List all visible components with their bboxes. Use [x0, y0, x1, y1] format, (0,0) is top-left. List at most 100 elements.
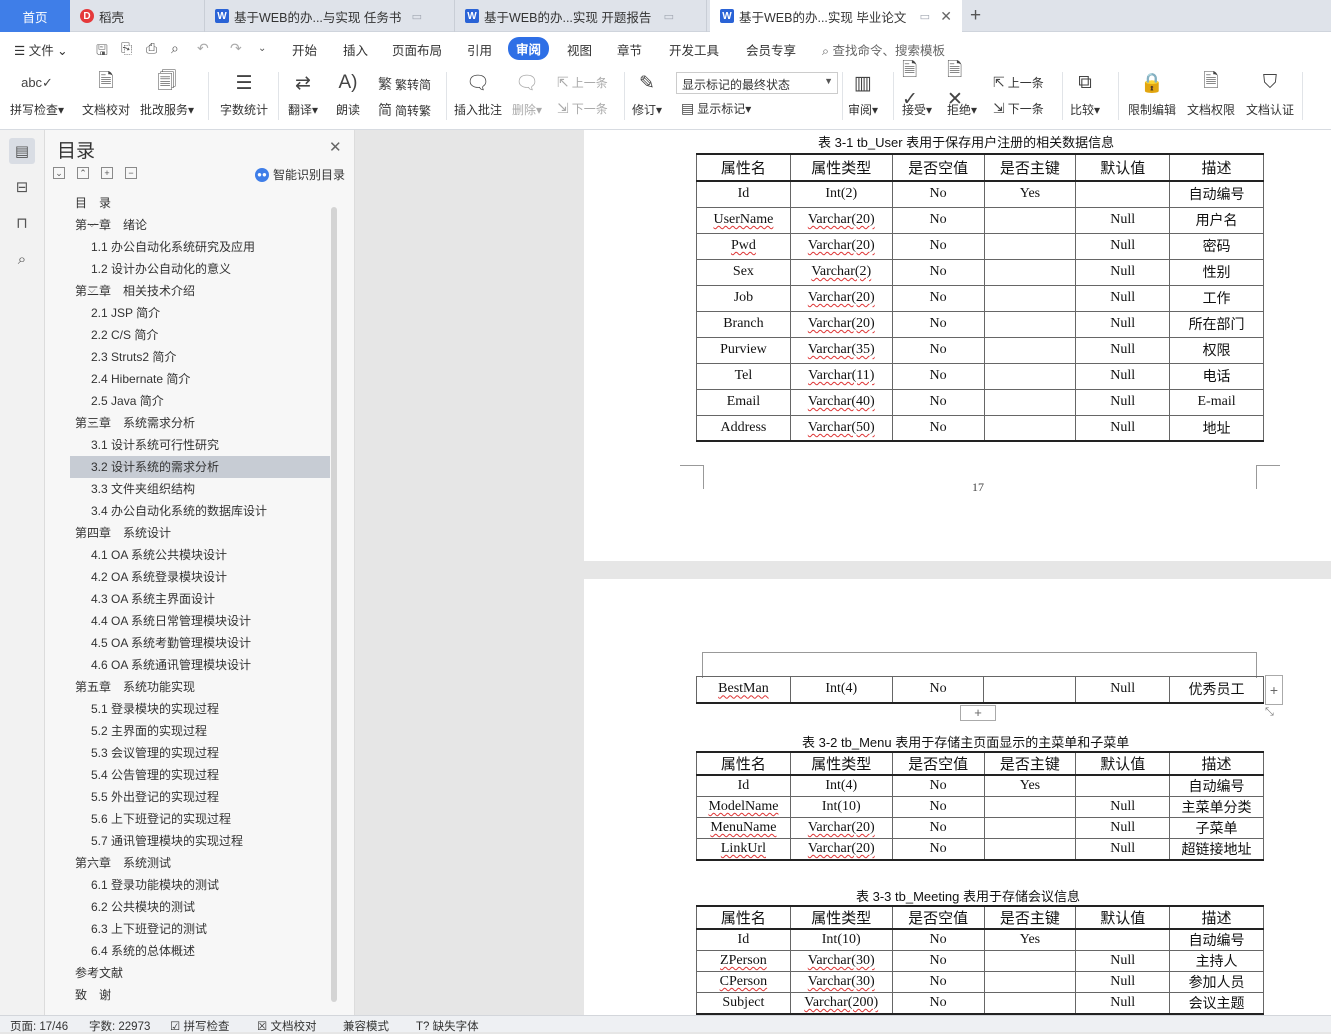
menu-review[interactable]: 审阅 — [508, 37, 550, 60]
toc-item[interactable]: 6.3 上下班登记的测试 — [70, 918, 330, 940]
toc-item[interactable]: 目 录 — [70, 192, 330, 214]
undo-icon[interactable]: ↶ — [197, 40, 209, 57]
word-count-button[interactable]: ☰ 字数统计 — [220, 68, 268, 118]
search-icon[interactable]: ⌕ — [9, 246, 35, 272]
customize-icon[interactable]: ⌄ — [258, 43, 266, 54]
review-pane-button[interactable]: ▥ 审阅▾ — [848, 68, 878, 118]
tab-document-proposal[interactable]: W 基于WEB的办...实现 开题报告 ▭ — [455, 0, 707, 32]
toc-item[interactable]: 5.2 主界面的实现过程 — [70, 720, 330, 742]
track-changes-button[interactable]: ✎ 修订▾ — [632, 68, 662, 118]
show-markup-button[interactable]: ▤ 显示标记 ▾ — [681, 100, 751, 117]
chevron-down-icon[interactable]: ⌵ — [88, 214, 96, 236]
document-certify-button[interactable]: ⛉ 文档认证 — [1246, 68, 1294, 118]
expand-up-icon[interactable]: ⌃ — [77, 167, 89, 179]
toc-item[interactable]: 6.2 公共模块的测试 — [70, 896, 330, 918]
toc-item[interactable]: 3.4 办公自动化系统的数据库设计 — [70, 500, 330, 522]
tab-home[interactable]: 首页 — [0, 0, 70, 32]
pin-icon[interactable]: ▭ — [412, 10, 422, 23]
collapse-all-icon[interactable]: ⌄ — [53, 167, 65, 179]
smart-toc-button[interactable]: ●● 智能识别目录 — [255, 166, 345, 183]
proofread-button[interactable]: 🗎 文档校对 — [82, 68, 130, 118]
remove-heading-icon[interactable]: − — [125, 167, 137, 179]
redo-icon[interactable]: ↷ — [230, 40, 242, 57]
batch-service-button[interactable]: 🗐 批改服务▾ — [140, 68, 194, 118]
close-icon[interactable]: ✕ — [329, 138, 342, 156]
toc-item[interactable]: 4.3 OA 系统主界面设计 — [70, 588, 330, 610]
toc-icon[interactable]: ▤ — [9, 138, 35, 164]
simplified-to-traditional-button[interactable]: 简简转繁 — [378, 100, 431, 120]
menu-page-layout[interactable]: 页面布局 — [392, 40, 442, 59]
toc-item[interactable]: 1.1 办公自动化系统研究及应用 — [70, 236, 330, 258]
toc-item[interactable]: 5.5 外出登记的实现过程 — [70, 786, 330, 808]
toc-item[interactable]: ⌵ 第二章 相关技术介绍 — [70, 280, 330, 302]
toc-item[interactable]: ⌵ 第四章 系统设计 — [70, 522, 330, 544]
restrict-editing-button[interactable]: 🔒 限制编辑 — [1128, 68, 1176, 118]
toc-item[interactable]: 1.2 设计办公自动化的意义 — [70, 258, 330, 280]
toc-item[interactable]: 4.6 OA 系统通讯管理模块设计 — [70, 654, 330, 676]
menu-developer[interactable]: 开发工具 — [669, 40, 719, 59]
reject-button[interactable]: 🗎✕ 拒绝▾ — [947, 60, 977, 118]
file-menu[interactable]: ☰ 文件 ⌄ — [14, 40, 68, 59]
toc-item[interactable]: 5.1 登录模块的实现过程 — [70, 698, 330, 720]
menu-member[interactable]: 会员专享 — [746, 40, 796, 59]
toc-item[interactable]: 4.4 OA 系统日常管理模块设计 — [70, 610, 330, 632]
print-icon[interactable]: ⎙ — [146, 40, 157, 57]
new-tab-icon[interactable]: + — [970, 5, 981, 27]
tab-document-task[interactable]: W 基于WEB的办...与实现 任务书 ▭ — [205, 0, 455, 32]
toc-item[interactable]: 6.4 系统的总体概述 — [70, 940, 330, 962]
toc-item[interactable]: 5.6 上下班登记的实现过程 — [70, 808, 330, 830]
toc-item[interactable]: 3.1 设计系统可行性研究 — [70, 434, 330, 456]
add-row-button[interactable]: + — [960, 705, 996, 721]
toc-item[interactable]: 2.4 Hibernate 简介 — [70, 368, 330, 390]
menu-home[interactable]: 开始 — [292, 40, 317, 59]
save-icon[interactable]: 🖫 — [96, 40, 108, 64]
next-change-button[interactable]: ⇲ 下一条 — [993, 100, 1044, 117]
export-icon[interactable]: ⎘ — [121, 40, 132, 57]
chevron-down-icon[interactable]: ⌵ — [88, 676, 96, 698]
menu-chapter[interactable]: 章节 — [617, 40, 642, 59]
next-comment-button[interactable]: ⇲ 下一条 — [557, 100, 608, 117]
toc-item[interactable]: 6.1 登录功能模块的测试 — [70, 874, 330, 896]
chevron-down-icon[interactable]: ⌵ — [88, 522, 96, 544]
tab-docer[interactable]: D 稻壳 — [70, 0, 205, 32]
toc-item[interactable]: 4.2 OA 系统登录模块设计 — [70, 566, 330, 588]
previous-comment-button[interactable]: ⇱ 上一条 — [557, 74, 608, 91]
toc-item[interactable]: 2.5 Java 简介 — [70, 390, 330, 412]
menu-view[interactable]: 视图 — [567, 40, 592, 59]
bookmark-icon[interactable]: ⊓ — [9, 210, 35, 236]
menu-insert[interactable]: 插入 — [343, 40, 368, 59]
resize-table-icon[interactable]: ⤡ — [1265, 706, 1274, 719]
print-preview-icon[interactable]: ⌕ — [171, 40, 179, 57]
chevron-down-icon[interactable]: ⌵ — [88, 852, 96, 874]
toc-item[interactable]: 5.3 会议管理的实现过程 — [70, 742, 330, 764]
toc-item[interactable]: ⌵ 第三章 系统需求分析 — [70, 412, 330, 434]
toc-item[interactable]: 2.1 JSP 简介 — [70, 302, 330, 324]
add-column-button[interactable]: + — [1265, 675, 1283, 705]
toc-item[interactable]: 参考文献 — [70, 962, 330, 984]
toc-item[interactable]: ⌵ 第一章 绪论 — [70, 214, 330, 236]
toc-item[interactable]: 4.1 OA 系统公共模块设计 — [70, 544, 330, 566]
delete-comment-button[interactable]: 🗨 删除▾ — [512, 68, 542, 118]
toc-item[interactable]: 致 谢 — [70, 984, 330, 1006]
previous-change-button[interactable]: ⇱ 上一条 — [993, 74, 1044, 91]
markup-state-select[interactable]: 显示标记的最终状态 ▼ — [676, 72, 838, 94]
spell-check-button[interactable]: abc✓ 拼写检查▾ — [10, 68, 64, 118]
toc-item[interactable]: 2.2 C/S 简介 — [70, 324, 330, 346]
insert-comment-button[interactable]: 🗨 插入批注 — [454, 68, 502, 118]
toc-item[interactable]: ⌵ 第六章 系统测试 — [70, 852, 330, 874]
traditional-to-simplified-button[interactable]: 繁繁转简 — [378, 74, 431, 94]
translate-button[interactable]: ⇄ 翻译▾ — [288, 68, 318, 118]
chapter-icon[interactable]: ⊟ — [9, 174, 35, 200]
chevron-down-icon[interactable]: ⌵ — [88, 412, 96, 434]
document-permission-button[interactable]: 🗎 文档权限 — [1187, 68, 1235, 118]
read-aloud-button[interactable]: A) 朗读 — [333, 68, 363, 118]
toc-item[interactable]: ⌵ 第五章 系统功能实现 — [70, 676, 330, 698]
menu-references[interactable]: 引用 — [467, 40, 492, 59]
pin-icon[interactable]: ▭ — [664, 10, 674, 23]
toc-item[interactable]: 5.7 通讯管理模块的实现过程 — [70, 830, 330, 852]
tab-document-thesis[interactable]: W 基于WEB的办...实现 毕业论文 ▭ ✕ — [710, 0, 962, 32]
pin-icon[interactable]: ▭ — [920, 10, 930, 23]
chevron-down-icon[interactable]: ⌵ — [88, 280, 96, 302]
accept-button[interactable]: 🗎✓ 接受▾ — [902, 60, 932, 118]
add-heading-icon[interactable]: + — [101, 167, 113, 179]
